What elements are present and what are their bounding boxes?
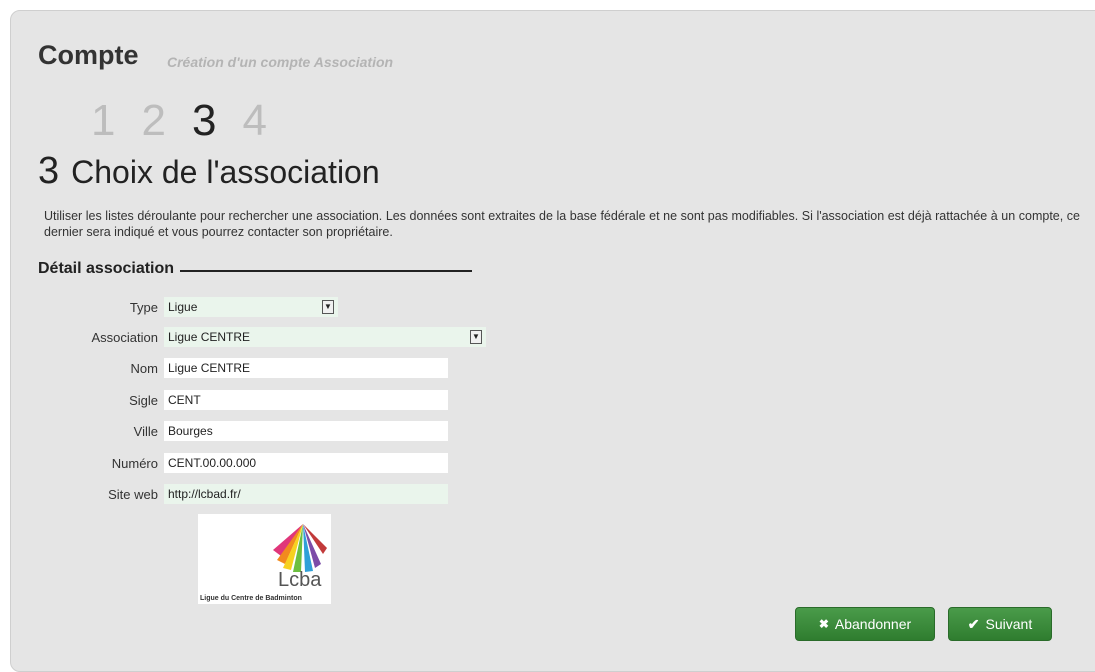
association-logo: Lcba Ligue du Centre de Badminton xyxy=(198,514,331,604)
site-web-field[interactable]: http://lcbad.fr/ xyxy=(164,484,448,504)
type-label: Type xyxy=(129,299,158,315)
type-selected-value: Ligue xyxy=(168,300,198,314)
chevron-down-icon[interactable]: ▼ xyxy=(322,300,334,314)
section-title: Choix de l'association xyxy=(71,154,380,190)
step-indicator: 1 2 3 4 xyxy=(91,94,267,148)
logo-caption: Ligue du Centre de Badminton xyxy=(200,595,302,602)
type-select[interactable]: Ligue ▼ xyxy=(164,297,338,317)
association-select[interactable]: Ligue CENTRE ▼ xyxy=(164,327,486,347)
legend-rule xyxy=(180,270,473,272)
association-row: Association Ligue CENTRE ▼ xyxy=(0,327,486,347)
site-web-label: Site web xyxy=(108,486,158,502)
ville-label: Ville xyxy=(133,423,158,439)
close-icon: ✖ xyxy=(818,617,829,631)
suivant-button-label: Suivant xyxy=(985,616,1033,632)
page-subtitle: Création d'un compte Association xyxy=(167,54,394,70)
sigle-label: Sigle xyxy=(129,392,158,408)
suivant-button[interactable]: ✔ Suivant xyxy=(948,607,1052,641)
logo-short-text: Lcba xyxy=(278,569,322,591)
sigle-field[interactable]: CENT xyxy=(164,390,448,410)
association-selected-value: Ligue CENTRE xyxy=(168,330,251,344)
fieldset-legend: Détail association xyxy=(38,260,473,278)
step-3-current: 3 xyxy=(191,96,217,145)
shuttlecock-logo-icon: Lcba Ligue du Centre de Badminton xyxy=(200,524,327,602)
step-4: 4 xyxy=(242,96,267,145)
step-1[interactable]: 1 xyxy=(91,94,115,148)
ville-row: Ville Bourges xyxy=(0,421,448,441)
numero-row: Numéro CENT.00.00.000 xyxy=(0,453,448,473)
chevron-down-icon[interactable]: ▼ xyxy=(470,330,482,344)
page-title: Compte xyxy=(38,40,139,70)
association-label: Association xyxy=(91,329,158,345)
step-2[interactable]: 2 xyxy=(141,94,165,148)
section-number: 3 xyxy=(38,150,60,192)
legend-label: Détail association xyxy=(38,260,175,277)
numero-field[interactable]: CENT.00.00.000 xyxy=(164,453,448,473)
section-heading: 3 Choix de l'association xyxy=(38,150,380,193)
type-row: Type Ligue ▼ xyxy=(0,297,338,317)
abandonner-button[interactable]: ✖ Abandonner xyxy=(795,607,935,641)
numero-label: Numéro xyxy=(111,455,158,471)
nom-row: Nom Ligue CENTRE xyxy=(0,358,448,378)
check-icon: ✔ xyxy=(967,615,980,632)
sigle-row: Sigle CENT xyxy=(0,390,448,410)
nom-field[interactable]: Ligue CENTRE xyxy=(164,358,448,378)
intro-text: Utiliser les listes déroulante pour rech… xyxy=(44,209,1080,239)
nom-label: Nom xyxy=(130,360,158,376)
site-web-row: Site web http://lcbad.fr/ xyxy=(0,484,448,504)
ville-field[interactable]: Bourges xyxy=(164,421,448,441)
abandonner-button-label: Abandonner xyxy=(834,616,912,632)
